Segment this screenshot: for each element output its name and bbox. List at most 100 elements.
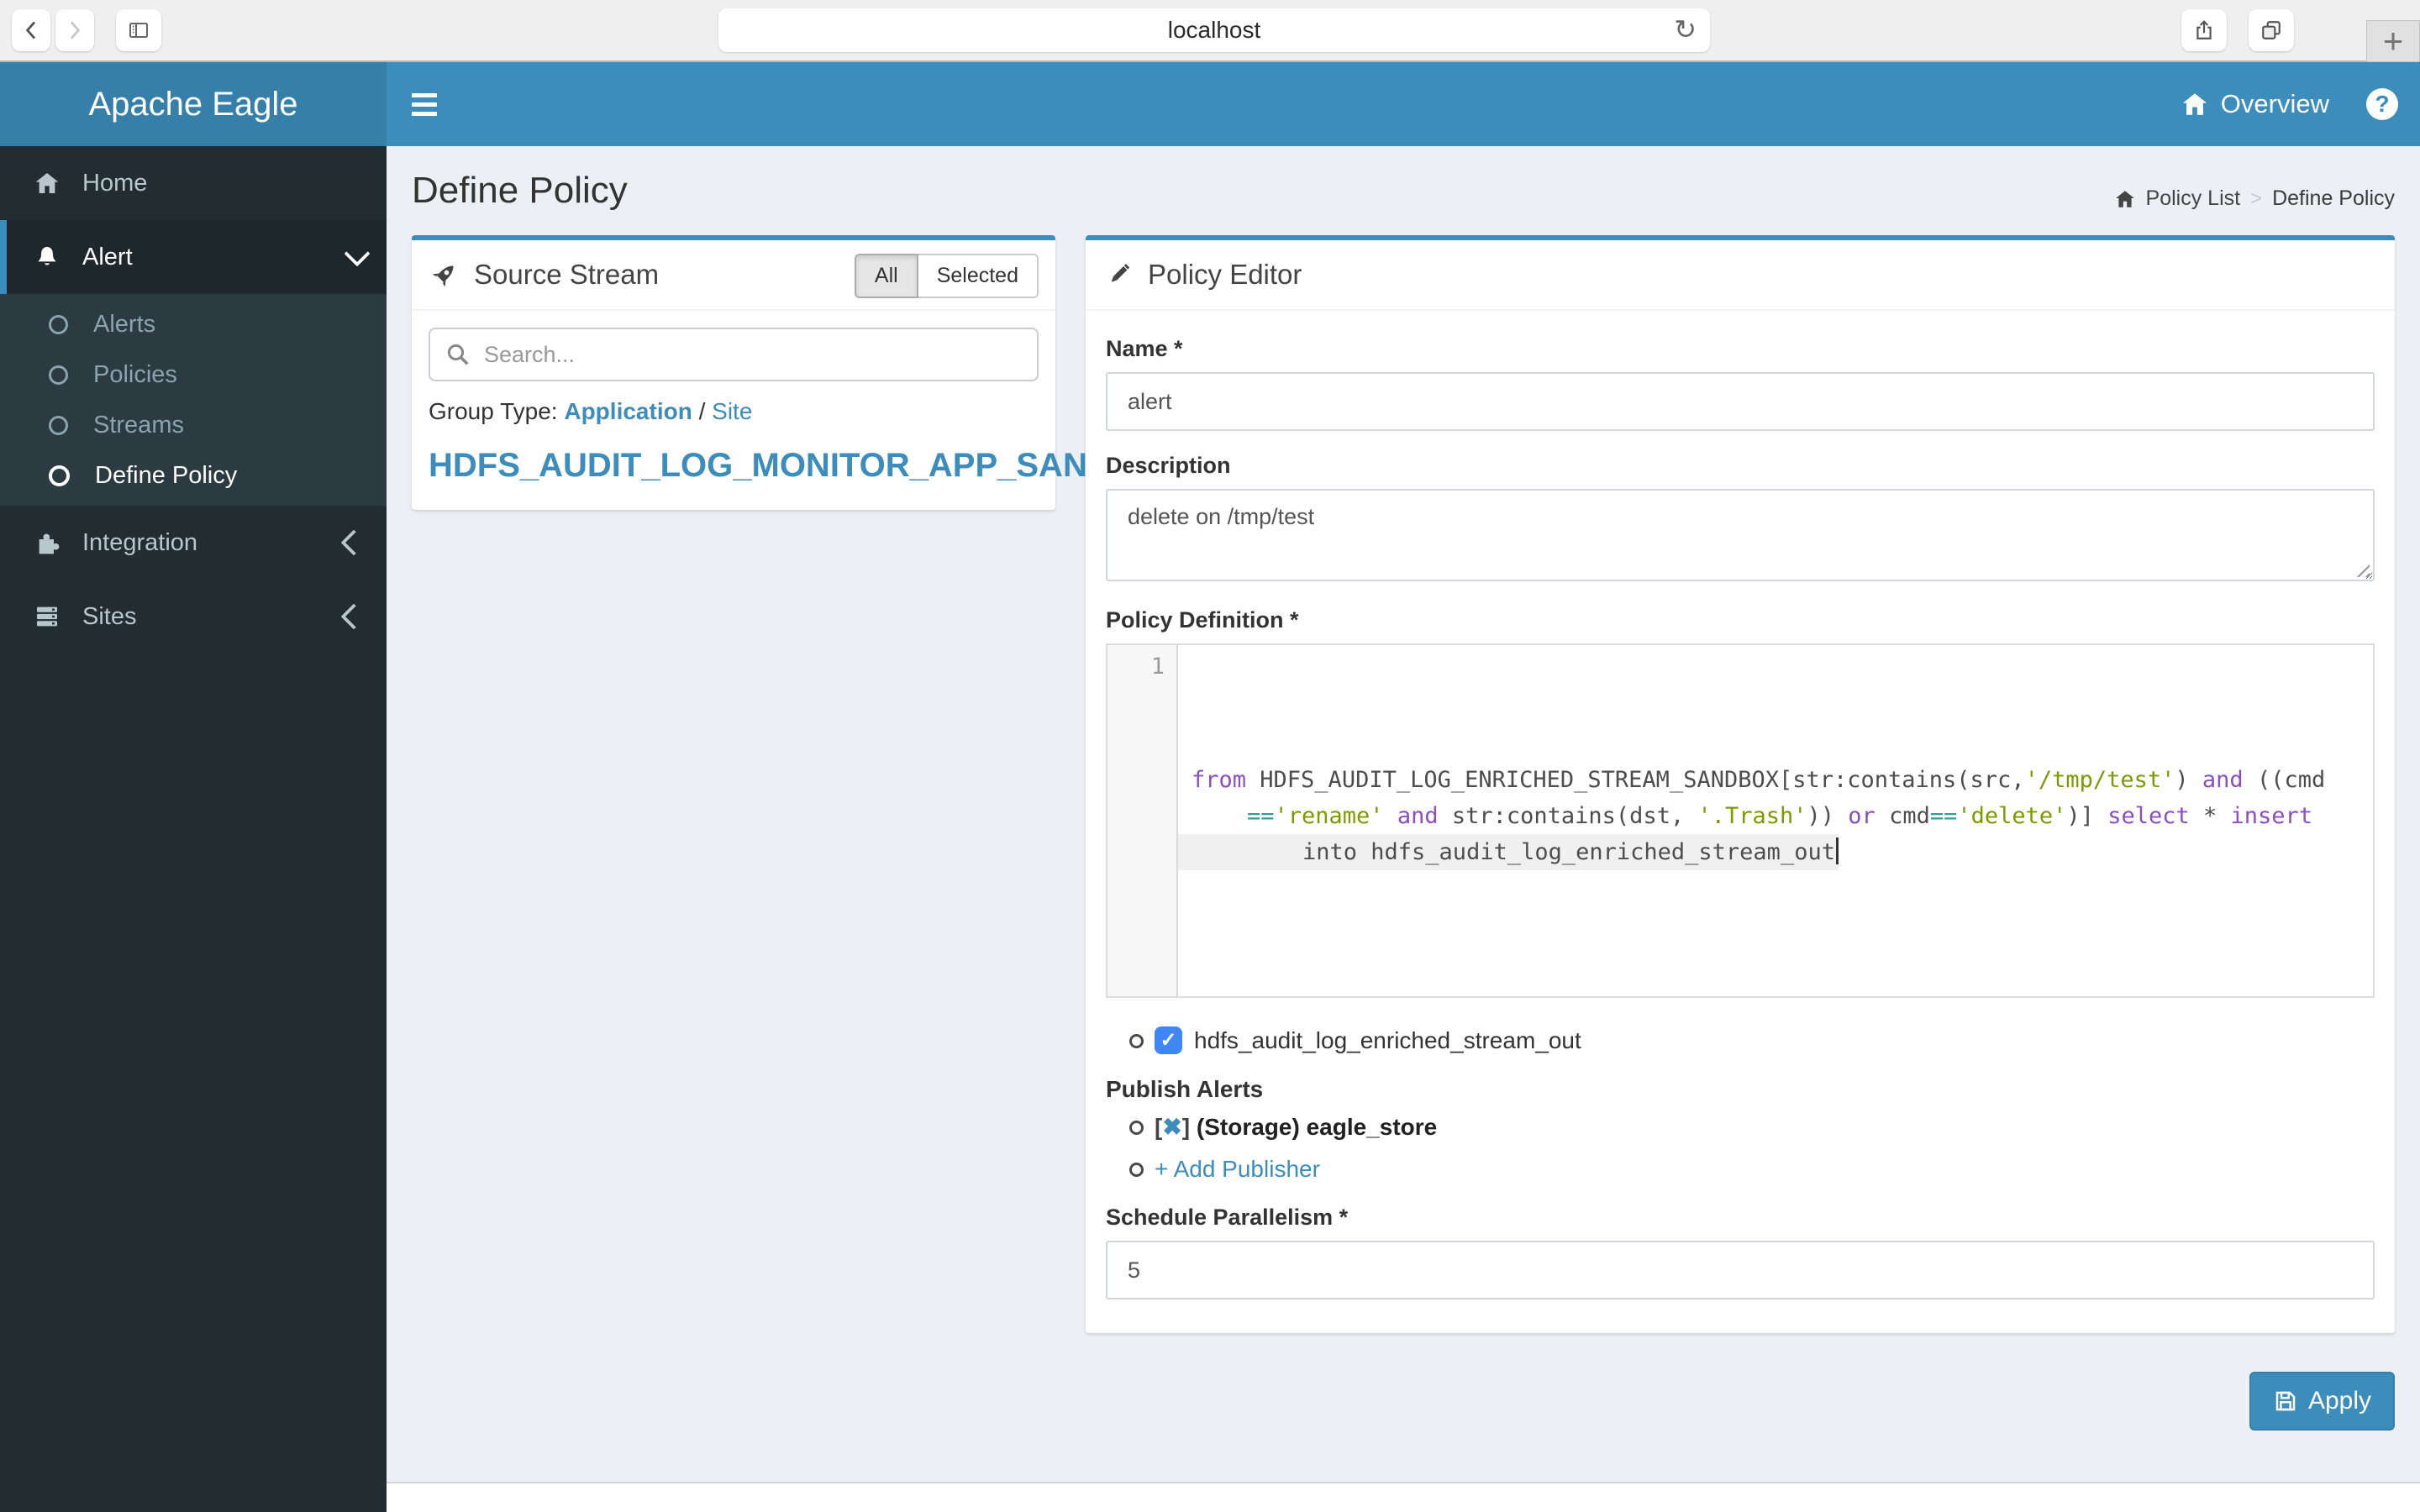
output-stream-checkbox[interactable]: ✓ — [1155, 1026, 1182, 1054]
sidebar-item-integration[interactable]: Integration — [0, 506, 387, 580]
add-publisher-link[interactable]: + Add Publisher — [1155, 1156, 1320, 1183]
stream-search — [429, 328, 1039, 381]
policy-definition-label: Policy Definition * — [1106, 607, 1299, 633]
circle-icon — [49, 365, 68, 385]
circle-icon — [49, 415, 68, 435]
sidebar-item-label: Streams — [93, 411, 184, 438]
code-line: =='rename' and str:contains(dst, '.Trash… — [1247, 803, 2313, 829]
brand-logo[interactable]: Apache Eagle — [0, 62, 387, 146]
sidebar-panel-icon — [129, 23, 148, 38]
app-navbar: Apache Eagle Overview ? — [0, 62, 2420, 146]
sidebar-item-label: Integration — [82, 528, 198, 556]
description-label: Description — [1106, 453, 1231, 478]
source-stream-title: Source Stream — [474, 259, 660, 290]
group-by-site-link[interactable]: Site — [712, 398, 752, 424]
filter-selected-button[interactable]: Selected — [918, 254, 1039, 298]
columns: Source Stream All Selected Group Type: A… — [387, 228, 2420, 1333]
policy-editor-panel: Policy Editor Name * Description delete … — [1086, 235, 2395, 1333]
schedule-parallelism-label: Schedule Parallelism * — [1106, 1205, 1349, 1230]
name-field[interactable] — [1106, 372, 2375, 431]
sidebar-collapse-button[interactable] — [387, 62, 462, 146]
chevron-left-icon — [340, 529, 367, 556]
sidebar-item-streams[interactable]: Streams — [0, 400, 387, 450]
sidebar-item-label: Policies — [93, 360, 177, 388]
sidebar-item-label: Define Policy — [95, 461, 238, 489]
breadcrumb-current: Define Policy — [2272, 186, 2395, 210]
remove-publisher-icon[interactable]: ✖ — [1162, 1113, 1181, 1141]
code-lines: from HDFS_AUDIT_LOG_ENRICHED_STREAM_SAND… — [1178, 762, 2373, 870]
content-header: Define Policy Policy List > Define Polic… — [387, 146, 2420, 228]
circle-icon — [49, 465, 70, 486]
stream-group-heading[interactable]: HDFS_AUDIT_LOG_MONITOR_APP_SANDBOX — [429, 447, 1184, 485]
chevron-down-icon — [344, 240, 371, 267]
breadcrumb: Policy List > Define Policy — [2114, 186, 2395, 211]
browser-back-button[interactable] — [12, 9, 50, 51]
group-by-application-link[interactable]: Application — [564, 398, 692, 424]
footer — [387, 1482, 2420, 1512]
policy-editor-title: Policy Editor — [1148, 259, 1302, 290]
code-line: into hdfs_audit_log_enriched_stream_out — [1178, 834, 1839, 870]
sidebar-item-label: Alerts — [93, 310, 156, 338]
chevron-right-icon — [71, 21, 81, 39]
overview-link[interactable]: Overview — [2181, 89, 2329, 119]
sidebar-item-sites[interactable]: Sites — [0, 580, 387, 654]
puzzle-icon — [39, 533, 60, 554]
publisher-label: (Storage) eagle_store — [1196, 1113, 1438, 1140]
line-number: 1 — [1150, 654, 1165, 680]
sidebar-item-alerts[interactable]: Alerts — [0, 299, 387, 349]
navbar-right: Overview ? — [2181, 62, 2398, 146]
search-icon — [447, 344, 469, 365]
chevron-left-icon — [25, 21, 35, 39]
rocket-icon — [432, 265, 454, 287]
circle-icon — [49, 314, 68, 334]
server-stack-icon — [37, 606, 57, 627]
overview-label: Overview — [2220, 89, 2329, 118]
sidebar-item-label: Alert — [82, 243, 133, 270]
browser-tabs-button[interactable] — [2249, 9, 2294, 51]
browser-sidebar-toggle-button[interactable] — [116, 9, 161, 51]
breadcrumb-policy-list[interactable]: Policy List — [2146, 186, 2241, 211]
policy-editor-body: Name * Description delete on /tmp/test P… — [1086, 311, 2395, 1333]
browser-forward-button[interactable] — [55, 9, 94, 51]
schedule-parallelism-field[interactable] — [1106, 1241, 2375, 1299]
list-item: [✖] (Storage) eagle_store — [1106, 1113, 2375, 1141]
browser-share-button[interactable] — [2181, 9, 2227, 51]
bell-icon — [38, 247, 56, 265]
publish-alerts-label: Publish Alerts — [1106, 1076, 1264, 1102]
pencil-icon — [1111, 264, 1130, 282]
alert-submenu: Alerts Policies Streams Define Policy — [0, 294, 387, 506]
sidebar-item-alert[interactable]: Alert — [0, 220, 387, 294]
search-input[interactable] — [429, 328, 1039, 381]
browser-chrome: localhost ↻ + — [0, 0, 2420, 62]
content: Define Policy Policy List > Define Polic… — [387, 146, 2420, 1512]
group-type-separator: / — [698, 398, 706, 424]
share-icon — [2196, 20, 2212, 39]
reload-icon[interactable]: ↻ — [1674, 13, 1697, 45]
plus-icon: + — [2382, 21, 2404, 60]
sidebar-item-define-policy[interactable]: Define Policy — [0, 450, 387, 501]
sidebar-item-label: Home — [82, 169, 148, 197]
output-stream-label: hdfs_audit_log_enriched_stream_out — [1194, 1026, 1581, 1053]
output-stream-list: ✓ hdfs_audit_log_enriched_stream_out — [1106, 1026, 2375, 1054]
home-icon — [2182, 93, 2207, 115]
breadcrumb-separator: > — [2250, 186, 2263, 210]
apply-button[interactable]: Apply — [2249, 1372, 2395, 1431]
filter-all-button[interactable]: All — [854, 254, 918, 298]
apply-label: Apply — [2307, 1387, 2371, 1415]
code-line: from HDFS_AUDIT_LOG_ENRICHED_STREAM_SAND… — [1192, 767, 2326, 793]
address-bar[interactable]: localhost ↻ — [718, 8, 1710, 52]
policy-definition-editor[interactable]: 1 from HDFS_AUDIT_LOG_ENRICHED_STREAM_SA… — [1106, 643, 2375, 998]
description-field[interactable]: delete on /tmp/test — [1106, 489, 2375, 581]
page-title: Define Policy — [412, 170, 628, 211]
browser-new-tab-button[interactable]: + — [2366, 20, 2420, 62]
name-label: Name * — [1106, 336, 1183, 361]
sidebar-item-home[interactable]: Home — [0, 146, 387, 220]
text-cursor — [1835, 837, 1839, 864]
url-text: localhost — [1167, 17, 1261, 43]
help-icon[interactable]: ? — [2366, 88, 2398, 120]
save-icon — [2275, 1391, 2296, 1411]
chevron-left-icon — [340, 603, 367, 630]
sidebar: Home Alert Alerts Policies Streams Defin… — [0, 146, 387, 1512]
source-stream-header: Source Stream All Selected — [412, 240, 1055, 311]
sidebar-item-policies[interactable]: Policies — [0, 349, 387, 400]
